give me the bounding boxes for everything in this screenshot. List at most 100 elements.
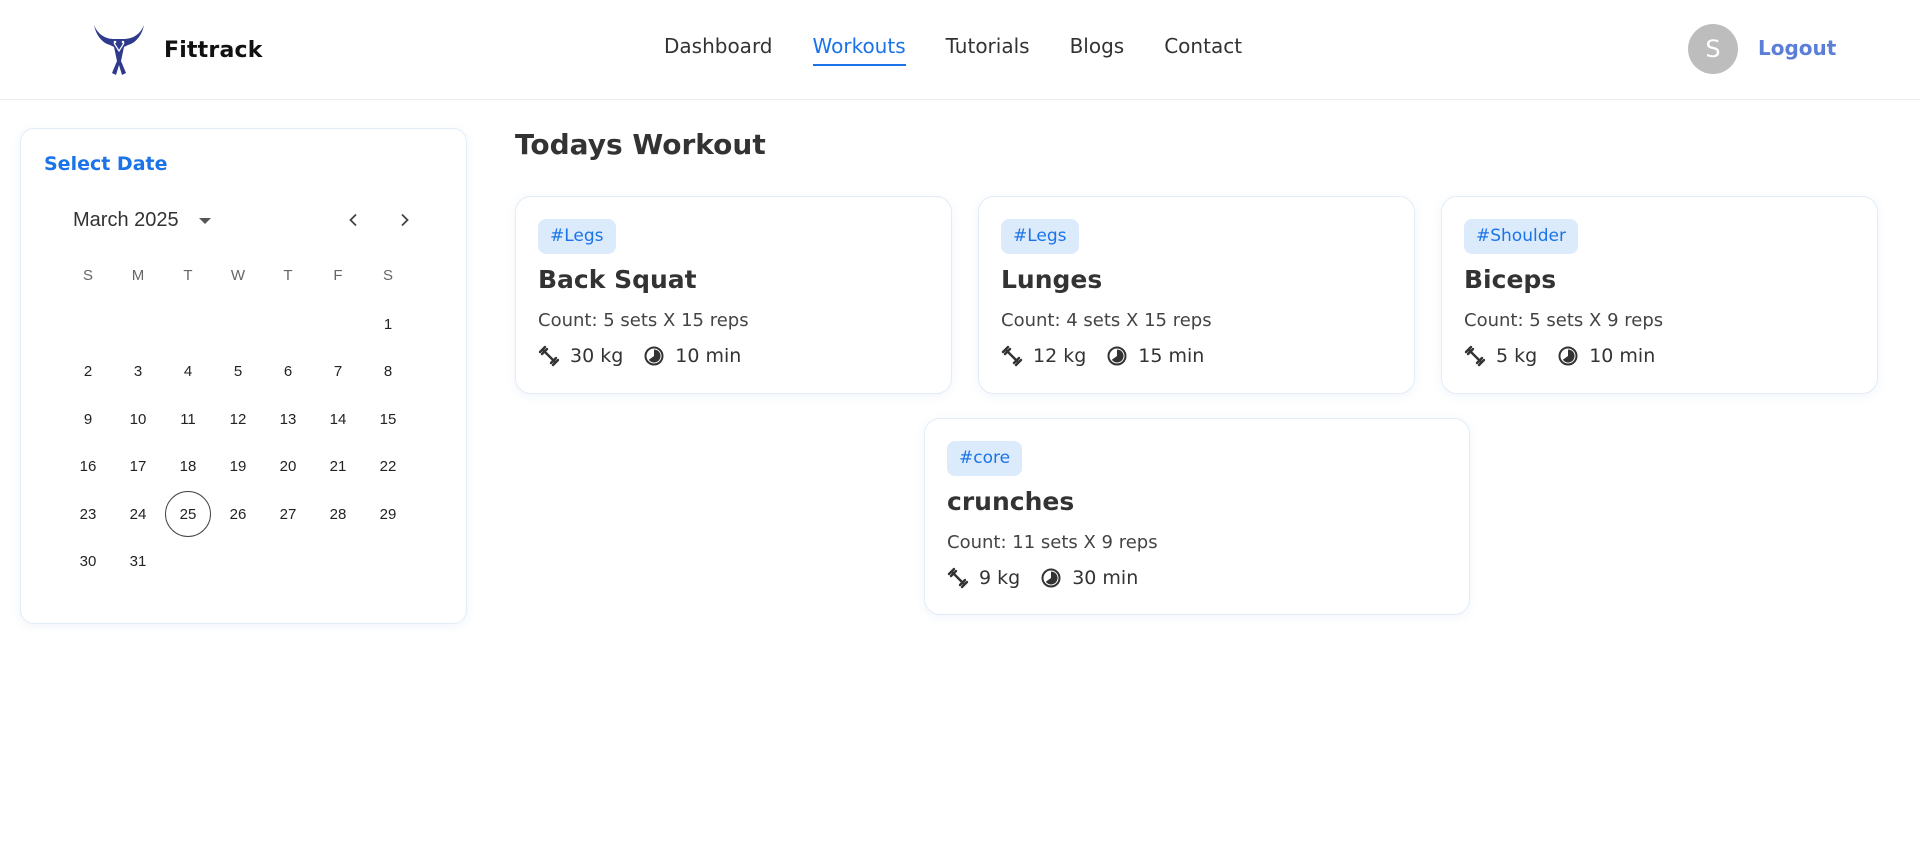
duration-value: 10 min bbox=[675, 345, 742, 367]
main-nav: Dashboard Workouts Tutorials Blogs Conta… bbox=[664, 34, 1282, 66]
weekday-label: M bbox=[131, 267, 145, 284]
workout-tag[interactable]: #core bbox=[947, 441, 1023, 476]
calendar-day[interactable]: 21 bbox=[315, 444, 361, 490]
select-date-title: Select Date bbox=[44, 153, 168, 175]
calendar-day[interactable]: 16 bbox=[65, 444, 111, 490]
date-picker-card: Select Date March 2025 S M T W T F S 123… bbox=[20, 128, 467, 624]
calendar-day[interactable]: 3 bbox=[115, 349, 161, 395]
brand-logo-link[interactable]: Fittrack bbox=[88, 20, 263, 80]
timer-icon bbox=[1041, 568, 1061, 588]
calendar-empty-cell bbox=[115, 301, 161, 347]
calendar-day[interactable]: 26 bbox=[215, 491, 261, 537]
workout-card[interactable]: #Legs Lunges Count: 4 sets X 15 reps 12 … bbox=[978, 196, 1415, 394]
calendar-day[interactable]: 29 bbox=[365, 491, 411, 537]
chevron-right-icon bbox=[401, 213, 409, 227]
logout-button[interactable]: Logout bbox=[1758, 36, 1836, 60]
calendar-day-selected[interactable]: 25 bbox=[165, 491, 211, 537]
workout-name: Back Squat bbox=[538, 265, 697, 294]
workout-count: Count: 5 sets X 9 reps bbox=[1464, 310, 1664, 331]
calendar-day[interactable]: 27 bbox=[265, 491, 311, 537]
weight-value: 9 kg bbox=[979, 567, 1021, 589]
calendar-empty-cell bbox=[215, 301, 261, 347]
calendar-empty-cell bbox=[315, 301, 361, 347]
calendar-day[interactable]: 11 bbox=[165, 396, 211, 442]
weight-stat: 5 kg bbox=[1464, 345, 1537, 367]
weight-stat: 9 kg bbox=[947, 567, 1020, 589]
calendar-day[interactable]: 18 bbox=[165, 444, 211, 490]
bull-logo-icon bbox=[94, 25, 144, 75]
chevron-left-icon bbox=[349, 213, 357, 227]
weekday-label: F bbox=[333, 267, 343, 284]
workout-card[interactable]: #Legs Back Squat Count: 5 sets X 15 reps… bbox=[515, 196, 952, 394]
calendar-day[interactable]: 2 bbox=[65, 349, 111, 395]
calendar-day[interactable]: 6 bbox=[265, 349, 311, 395]
duration-value: 10 min bbox=[1589, 345, 1656, 367]
calendar-empty-cell bbox=[265, 301, 311, 347]
weekday-label: T bbox=[283, 267, 293, 284]
previous-month-button[interactable] bbox=[341, 207, 367, 233]
weight-stat: 12 kg bbox=[1001, 345, 1086, 367]
nav-contact[interactable]: Contact bbox=[1164, 34, 1242, 66]
workout-stats: 30 kg 10 min bbox=[538, 345, 761, 367]
brand-name: Fittrack bbox=[164, 37, 263, 63]
duration-stat: 30 min bbox=[1040, 567, 1138, 589]
duration-stat: 10 min bbox=[643, 345, 741, 367]
calendar-day[interactable]: 31 bbox=[115, 539, 161, 585]
workout-card[interactable]: #core crunches Count: 11 sets X 9 reps 9… bbox=[924, 418, 1470, 615]
workout-tag[interactable]: #Shoulder bbox=[1464, 219, 1578, 254]
calendar-day[interactable]: 14 bbox=[315, 396, 361, 442]
workout-tag[interactable]: #Legs bbox=[1001, 219, 1079, 254]
calendar-day[interactable]: 28 bbox=[315, 491, 361, 537]
calendar-day[interactable]: 17 bbox=[115, 444, 161, 490]
weekday-label: S bbox=[382, 267, 393, 284]
workout-tag[interactable]: #Legs bbox=[538, 219, 616, 254]
calendar-day[interactable]: 12 bbox=[215, 396, 261, 442]
nav-dashboard[interactable]: Dashboard bbox=[664, 34, 773, 66]
weekday-label: S bbox=[82, 267, 93, 284]
month-year-selector[interactable]: March 2025 bbox=[73, 209, 211, 232]
navbar: Fittrack Dashboard Workouts Tutorials Bl… bbox=[0, 0, 1920, 100]
workout-name: Lunges bbox=[1001, 265, 1103, 294]
dumbbell-icon bbox=[947, 567, 969, 589]
workout-count: Count: 5 sets X 15 reps bbox=[538, 310, 749, 331]
calendar-day[interactable]: 1 bbox=[365, 301, 411, 347]
next-month-button[interactable] bbox=[391, 207, 417, 233]
calendar-empty-cell bbox=[65, 301, 111, 347]
dumbbell-icon bbox=[1001, 345, 1023, 367]
calendar-day[interactable]: 13 bbox=[265, 396, 311, 442]
caret-down-icon bbox=[198, 217, 211, 224]
weekday-label: W bbox=[230, 267, 246, 284]
workout-card[interactable]: #Shoulder Biceps Count: 5 sets X 9 reps … bbox=[1441, 196, 1878, 394]
duration-stat: 10 min bbox=[1557, 345, 1655, 367]
calendar-empty-cell bbox=[165, 301, 211, 347]
calendar-day[interactable]: 7 bbox=[315, 349, 361, 395]
dumbbell-icon bbox=[1464, 345, 1486, 367]
nav-workouts[interactable]: Workouts bbox=[812, 34, 906, 66]
calendar-day[interactable]: 19 bbox=[215, 444, 261, 490]
calendar-day[interactable]: 30 bbox=[65, 539, 111, 585]
user-avatar[interactable]: S bbox=[1688, 24, 1738, 74]
calendar-day[interactable]: 10 bbox=[115, 396, 161, 442]
nav-blogs[interactable]: Blogs bbox=[1070, 34, 1125, 66]
calendar-day[interactable]: 8 bbox=[365, 349, 411, 395]
calendar-day[interactable]: 15 bbox=[365, 396, 411, 442]
calendar-day[interactable]: 24 bbox=[115, 491, 161, 537]
nav-tutorials[interactable]: Tutorials bbox=[946, 34, 1030, 66]
calendar-day[interactable]: 22 bbox=[365, 444, 411, 490]
workout-stats: 9 kg 30 min bbox=[947, 567, 1158, 589]
workout-count: Count: 4 sets X 15 reps bbox=[1001, 310, 1212, 331]
calendar-day[interactable]: 9 bbox=[65, 396, 111, 442]
calendar-day[interactable]: 4 bbox=[165, 349, 211, 395]
workout-stats: 5 kg 10 min bbox=[1464, 345, 1675, 367]
calendar-day-grid: 1 2 3 4 5 6 7 8 9 10 11 12 13 14 15 16 17 18 19 20 21 22 23 24 2… bbox=[63, 301, 413, 586]
weekday-label: T bbox=[183, 267, 193, 284]
timer-icon bbox=[1107, 346, 1127, 366]
workout-stats: 12 kg 15 min bbox=[1001, 345, 1224, 367]
calendar-day[interactable]: 23 bbox=[65, 491, 111, 537]
weight-value: 30 kg bbox=[570, 345, 624, 367]
workout-count: Count: 11 sets X 9 reps bbox=[947, 532, 1158, 553]
calendar-day[interactable]: 5 bbox=[215, 349, 261, 395]
dumbbell-icon bbox=[538, 345, 560, 367]
calendar-day[interactable]: 20 bbox=[265, 444, 311, 490]
workout-name: crunches bbox=[947, 487, 1075, 516]
